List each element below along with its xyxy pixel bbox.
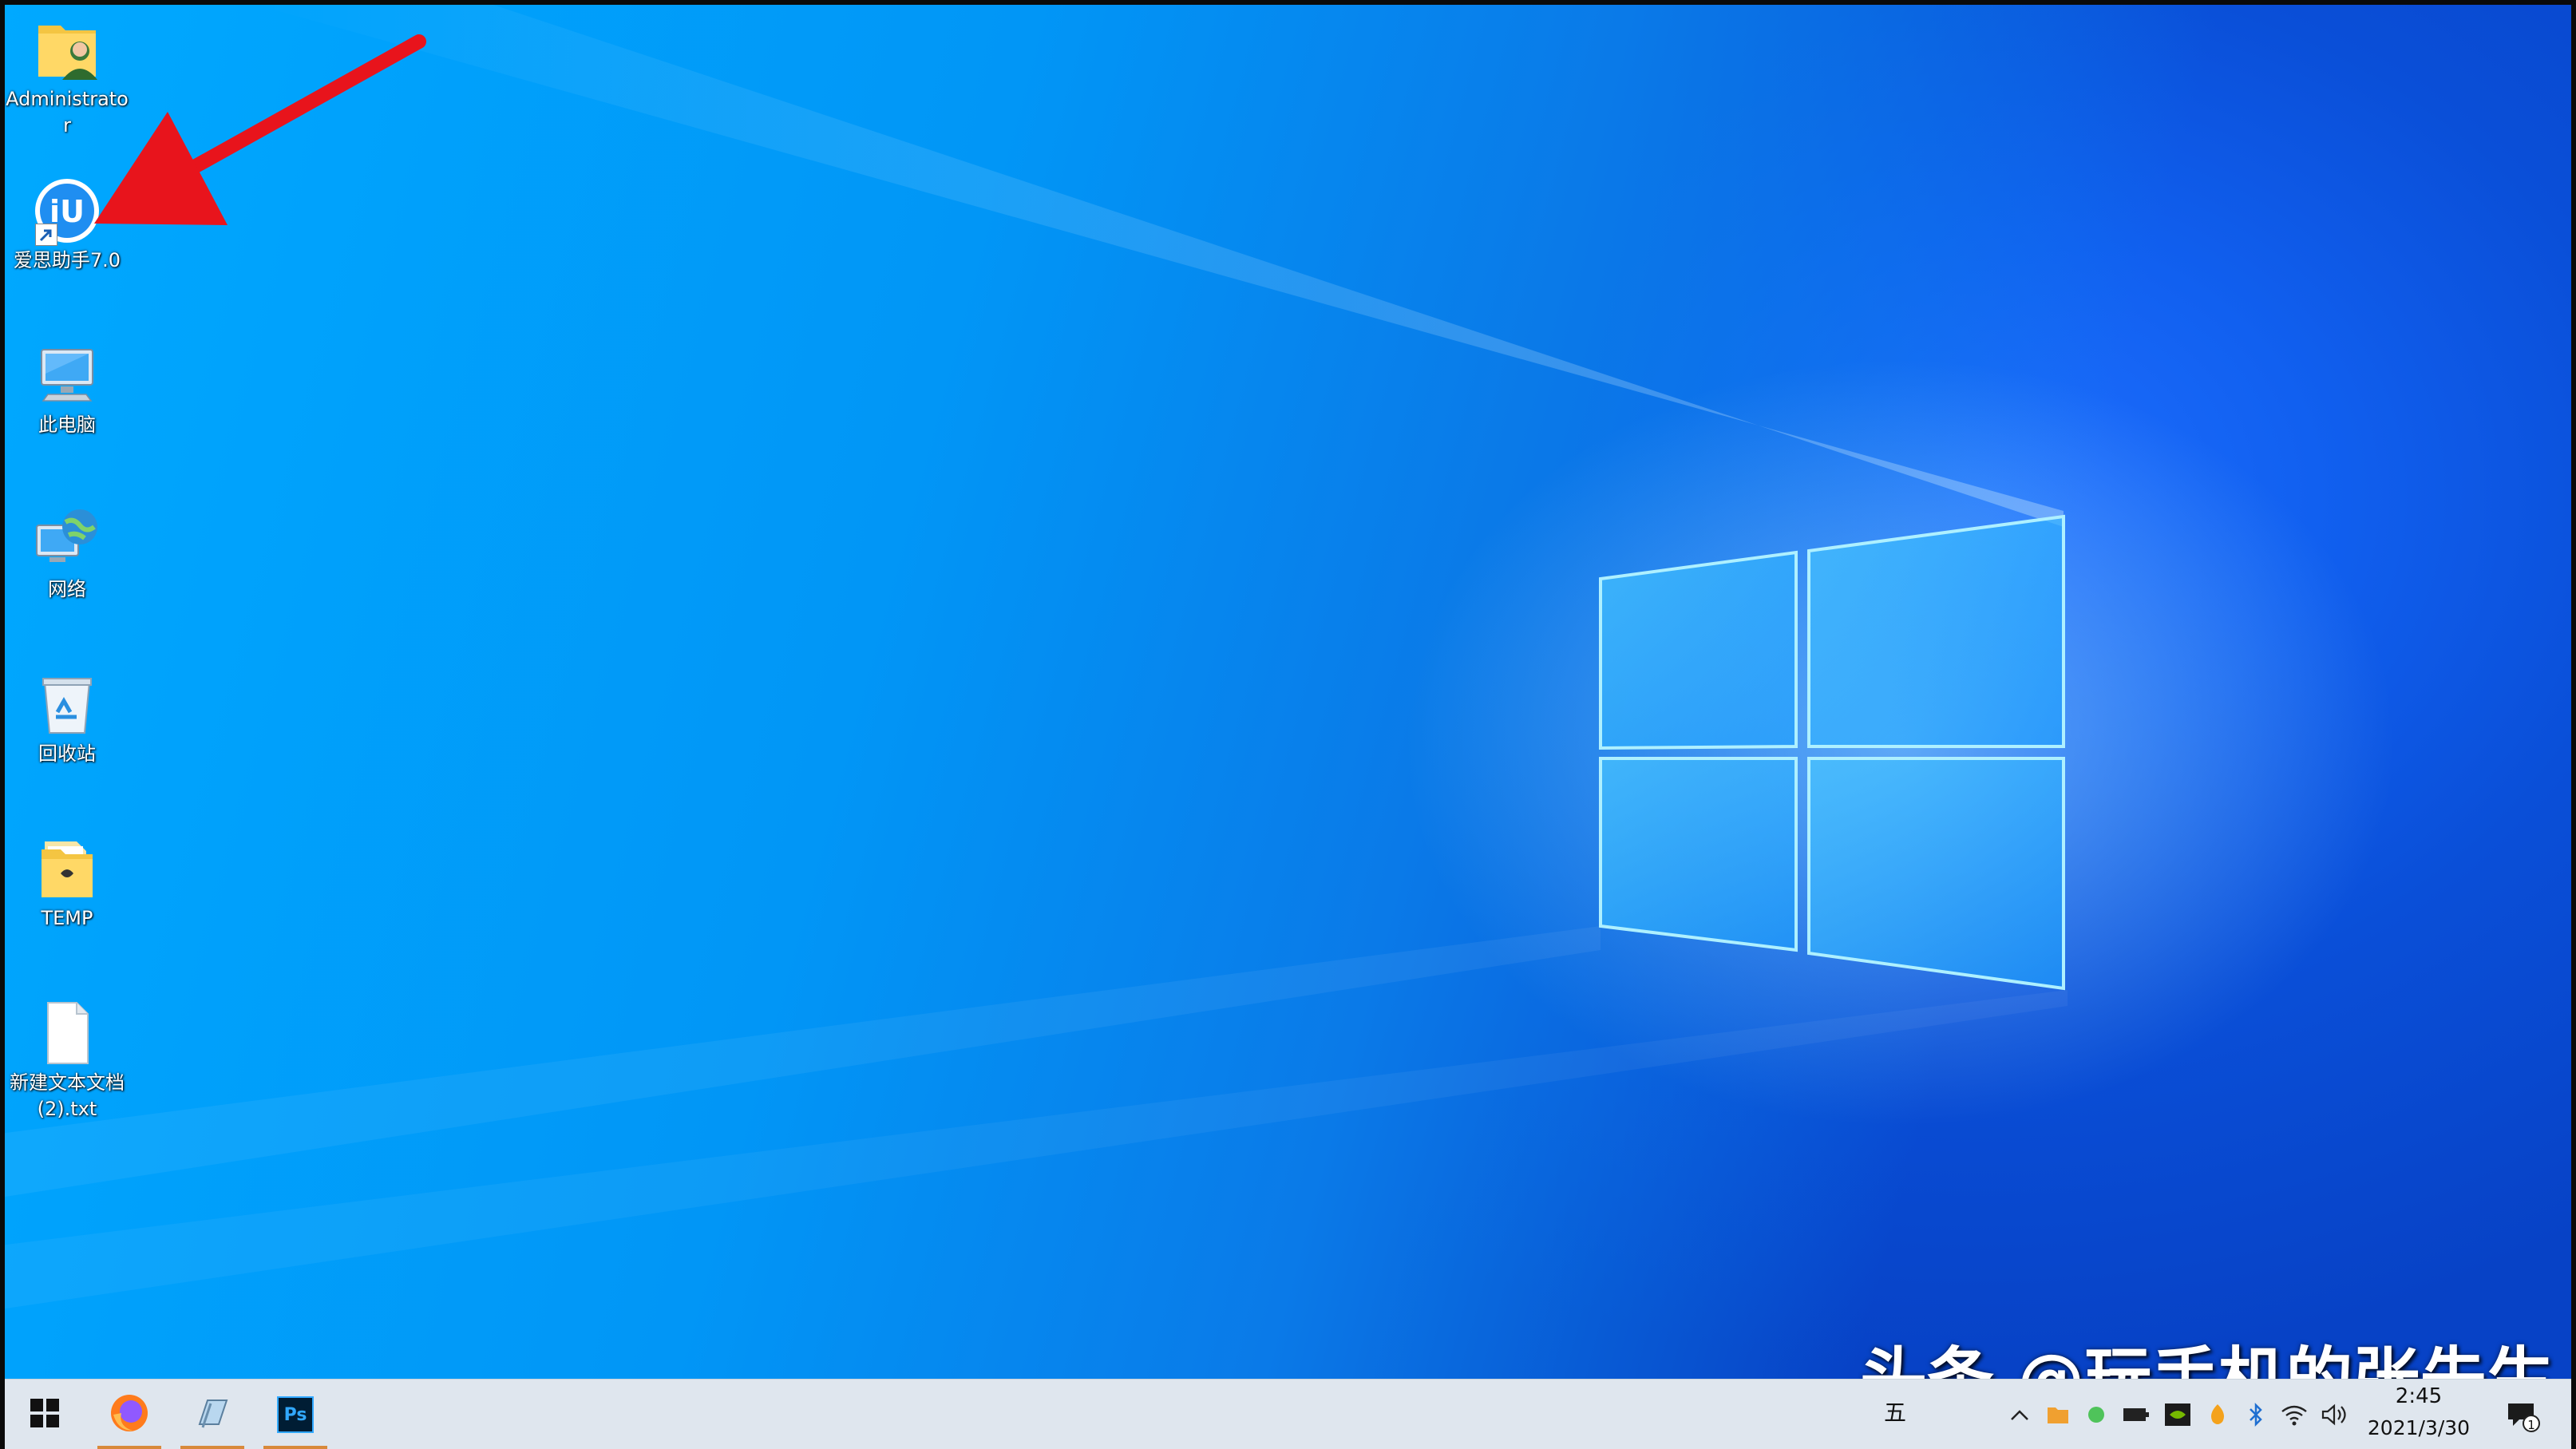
folder-icon — [34, 835, 101, 902]
recycle-bin-icon — [34, 671, 101, 738]
computer-icon — [34, 342, 101, 409]
desktop-icon-recycle-bin[interactable]: 回收站 — [5, 671, 129, 767]
desktop-icon-this-pc[interactable]: 此电脑 — [5, 342, 129, 438]
battery-icon[interactable] — [2119, 1397, 2154, 1432]
notification-button[interactable]: 1 — [2499, 1397, 2543, 1432]
desktop-screen: Administrator iU 爱思助手7.0 此电脑 网络 回收站 TEMP… — [0, 0, 2576, 1449]
photoshop-label: Ps — [283, 1404, 307, 1425]
desktop-icon-text-file[interactable]: 新建文本文档 (2).txt — [5, 1000, 129, 1122]
text-file-icon — [34, 1000, 101, 1067]
taskbar-app-photoshop[interactable]: Ps — [259, 1380, 332, 1449]
desktop-icon-label: 此电脑 — [38, 414, 96, 436]
taskbar: Ps 五 2:45 2021/3/30 1 — [0, 1379, 2576, 1449]
notepad-icon — [192, 1392, 233, 1437]
start-button[interactable] — [8, 1380, 81, 1449]
chevron-up-icon[interactable] — [2004, 1397, 2036, 1432]
desktop-icon-temp[interactable]: TEMP — [5, 835, 129, 932]
taskbar-app-notepad[interactable] — [176, 1380, 249, 1449]
desktop-icon-label: 回收站 — [38, 742, 96, 765]
nvidia-icon[interactable] — [2160, 1397, 2195, 1432]
fire-icon[interactable] — [2202, 1397, 2234, 1432]
running-indicator — [180, 1446, 244, 1449]
running-indicator — [97, 1446, 161, 1449]
firefox-icon — [109, 1392, 150, 1437]
desktop-icon-label: TEMP — [41, 907, 93, 929]
clock-time[interactable]: 2:45 — [2363, 1384, 2475, 1408]
volume-icon[interactable] — [2317, 1397, 2352, 1432]
green-dot-icon[interactable] — [2080, 1397, 2112, 1432]
folder-tray-icon[interactable] — [2042, 1397, 2074, 1432]
running-indicator — [263, 1446, 327, 1449]
photoshop-icon: Ps — [277, 1396, 314, 1433]
notification-icon: 1 — [2505, 1400, 2540, 1432]
notification-count: 1 — [2523, 1415, 2540, 1432]
clock-date[interactable]: 2021/3/30 — [2363, 1416, 2475, 1439]
network-icon — [34, 506, 101, 573]
ime-indicator[interactable]: 五 — [1884, 1396, 1906, 1427]
desktop-icon-label: 新建文本文档 (2).txt — [10, 1071, 125, 1120]
desktop-icon-network[interactable]: 网络 — [5, 506, 129, 603]
annotation-arrow-icon — [94, 34, 426, 225]
desktop-icon-label: 网络 — [48, 578, 86, 600]
bluetooth-icon[interactable] — [2240, 1397, 2272, 1432]
taskbar-app-firefox[interactable] — [93, 1380, 166, 1449]
windows-start-icon — [30, 1399, 59, 1431]
wifi-icon[interactable] — [2277, 1397, 2312, 1432]
